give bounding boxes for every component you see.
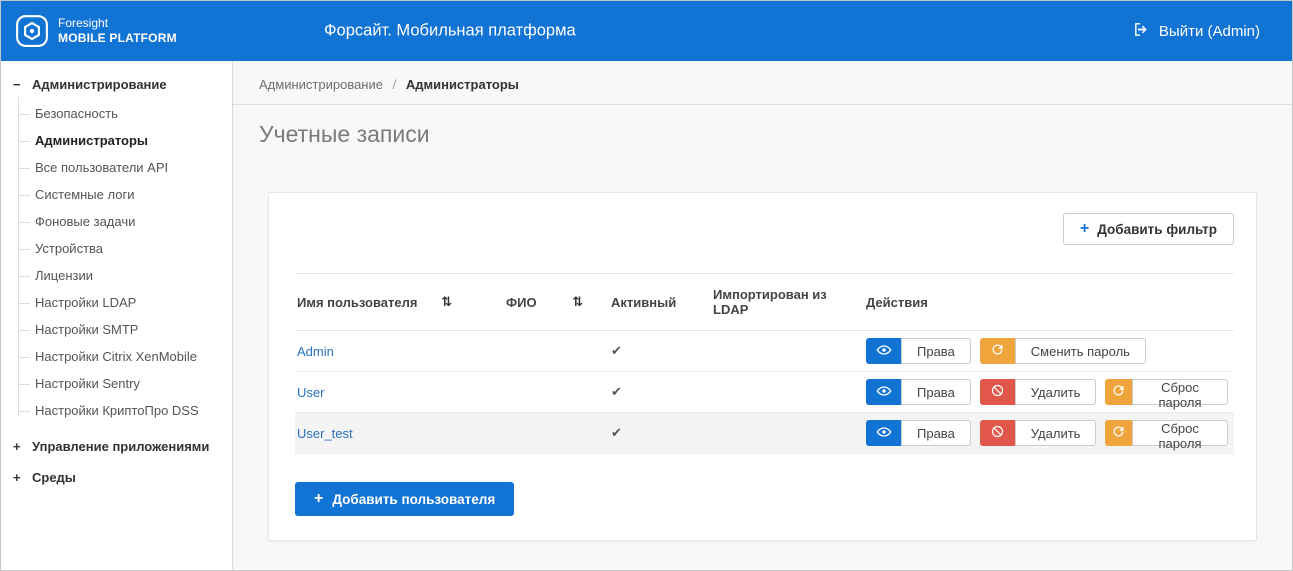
breadcrumb: Администрирование / Администраторы — [233, 61, 1292, 105]
page-title: Учетные записи — [259, 121, 1257, 148]
add-user-label: Добавить пользователя — [332, 492, 495, 507]
sidebar-item-smtp-settings[interactable]: Настройки SMTP — [1, 316, 232, 343]
sidebar-section-label: Администрирование — [32, 77, 167, 92]
ldap-cell — [711, 372, 864, 413]
accounts-card: + Добавить фильтр Имя пользователя — [268, 192, 1257, 541]
user-link[interactable]: User — [297, 385, 324, 400]
sidebar-section-label: Среды — [32, 470, 76, 485]
user-link[interactable]: Admin — [297, 344, 334, 359]
rights-button[interactable]: Права — [901, 420, 971, 446]
brand-text: Foresight MOBILE PLATFORM — [58, 16, 177, 46]
view-button[interactable] — [866, 338, 901, 364]
sidebar-item-devices[interactable]: Устройства — [1, 235, 232, 262]
reset-password-button[interactable]: Сброс пароля — [1132, 420, 1228, 446]
user-link[interactable]: User_test — [297, 426, 353, 441]
breadcrumb-separator: / — [393, 77, 397, 92]
fio-cell — [504, 331, 609, 372]
view-button[interactable] — [866, 379, 901, 405]
breadcrumb-administration[interactable]: Администрирование — [259, 77, 383, 92]
add-filter-label: Добавить фильтр — [1097, 222, 1217, 237]
app-title: Форсайт. Мобильная платформа — [324, 22, 576, 41]
logout-button[interactable]: Выйти (Admin) — [1133, 21, 1292, 42]
app-window: Foresight MOBILE PLATFORM Форсайт. Мобил… — [0, 0, 1293, 571]
block-icon — [990, 424, 1005, 442]
add-filter-button[interactable]: + Добавить фильтр — [1063, 213, 1234, 245]
delete-icon-button[interactable] — [980, 379, 1015, 405]
sidebar-item-ldap-settings[interactable]: Настройки LDAP — [1, 289, 232, 316]
column-header-username: Имя пользователя ⇅ — [295, 274, 504, 331]
plus-icon: + — [1080, 221, 1089, 237]
column-header-ldap: Импортирован из LDAP — [711, 274, 864, 331]
reset-password-icon-button[interactable] — [1105, 379, 1132, 405]
column-header-fio: ФИО ⇅ — [504, 274, 609, 331]
sort-icon[interactable]: ⇅ — [572, 295, 583, 310]
add-user-button[interactable]: + Добавить пользователя — [295, 482, 514, 516]
accounts-table: Имя пользователя ⇅ ФИО ⇅ Активный — [295, 273, 1234, 454]
eye-icon — [876, 424, 892, 443]
column-header-actions: Действия — [864, 274, 1234, 331]
collapse-icon[interactable]: − — [13, 77, 26, 92]
expand-icon[interactable]: + — [13, 439, 26, 454]
brand-subtitle: MOBILE PLATFORM — [58, 31, 177, 46]
active-check-icon: ✔ — [611, 384, 622, 399]
fio-cell — [504, 413, 609, 454]
logout-icon — [1133, 21, 1150, 42]
ldap-cell — [711, 331, 864, 372]
delete-icon-button[interactable] — [980, 420, 1015, 446]
eye-icon — [876, 342, 892, 361]
active-check-icon: ✔ — [611, 343, 622, 358]
main-content: Администрирование / Администраторы Учетн… — [233, 61, 1292, 570]
sidebar-admin-items: Безопасность Администраторы Все пользова… — [1, 99, 232, 430]
sidebar-item-background-tasks[interactable]: Фоновые задачи — [1, 208, 232, 235]
change-password-button[interactable]: Сменить пароль — [1015, 338, 1146, 364]
eye-icon — [876, 383, 892, 402]
table-row: User ✔ — [295, 372, 1234, 413]
reset-password-button[interactable]: Сброс пароля — [1132, 379, 1228, 405]
sidebar: − Администрирование Безопасность Админис… — [1, 61, 233, 570]
reset-icon — [1111, 424, 1126, 442]
brand-name: Foresight — [58, 16, 177, 31]
logout-label: Выйти (Admin) — [1159, 23, 1260, 40]
table-row: Admin ✔ — [295, 331, 1234, 372]
change-password-icon-button[interactable] — [980, 338, 1015, 364]
sidebar-section-administration[interactable]: − Администрирование — [1, 70, 232, 99]
delete-button[interactable]: Удалить — [1015, 379, 1097, 405]
sidebar-item-sentry-settings[interactable]: Настройки Sentry — [1, 370, 232, 397]
ldap-cell — [711, 413, 864, 454]
app-header: Foresight MOBILE PLATFORM Форсайт. Мобил… — [1, 1, 1292, 61]
table-row: User_test ✔ — [295, 413, 1234, 454]
sidebar-item-administrators[interactable]: Администраторы — [1, 127, 232, 154]
rights-button[interactable]: Права — [901, 338, 971, 364]
sidebar-item-licenses[interactable]: Лицензии — [1, 262, 232, 289]
sidebar-section-app-management[interactable]: + Управление приложениями — [1, 432, 232, 461]
rights-button[interactable]: Права — [901, 379, 971, 405]
sidebar-item-security[interactable]: Безопасность — [1, 100, 232, 127]
sidebar-section-environments[interactable]: + Среды — [1, 463, 232, 492]
fio-cell — [504, 372, 609, 413]
sort-icon[interactable]: ⇅ — [441, 295, 452, 310]
sidebar-item-system-logs[interactable]: Системные логи — [1, 181, 232, 208]
plus-icon: + — [314, 491, 323, 507]
expand-icon[interactable]: + — [13, 470, 26, 485]
column-header-active: Активный — [609, 274, 711, 331]
block-icon — [990, 383, 1005, 401]
table-header-row: Имя пользователя ⇅ ФИО ⇅ Активный — [295, 274, 1234, 331]
breadcrumb-current: Администраторы — [406, 77, 519, 92]
sidebar-item-cryptopro-settings[interactable]: Настройки КриптоПро DSS — [1, 397, 232, 424]
delete-button[interactable]: Удалить — [1015, 420, 1097, 446]
active-check-icon: ✔ — [611, 425, 622, 440]
brand-logo-icon — [15, 14, 49, 48]
sidebar-section-label: Управление приложениями — [32, 439, 209, 454]
reset-password-icon-button[interactable] — [1105, 420, 1132, 446]
view-button[interactable] — [866, 420, 901, 446]
sidebar-item-api-users[interactable]: Все пользователи API — [1, 154, 232, 181]
brand: Foresight MOBILE PLATFORM — [1, 14, 177, 48]
sidebar-item-citrix-settings[interactable]: Настройки Citrix XenMobile — [1, 343, 232, 370]
reset-icon — [1111, 383, 1126, 401]
reset-icon — [990, 342, 1005, 360]
